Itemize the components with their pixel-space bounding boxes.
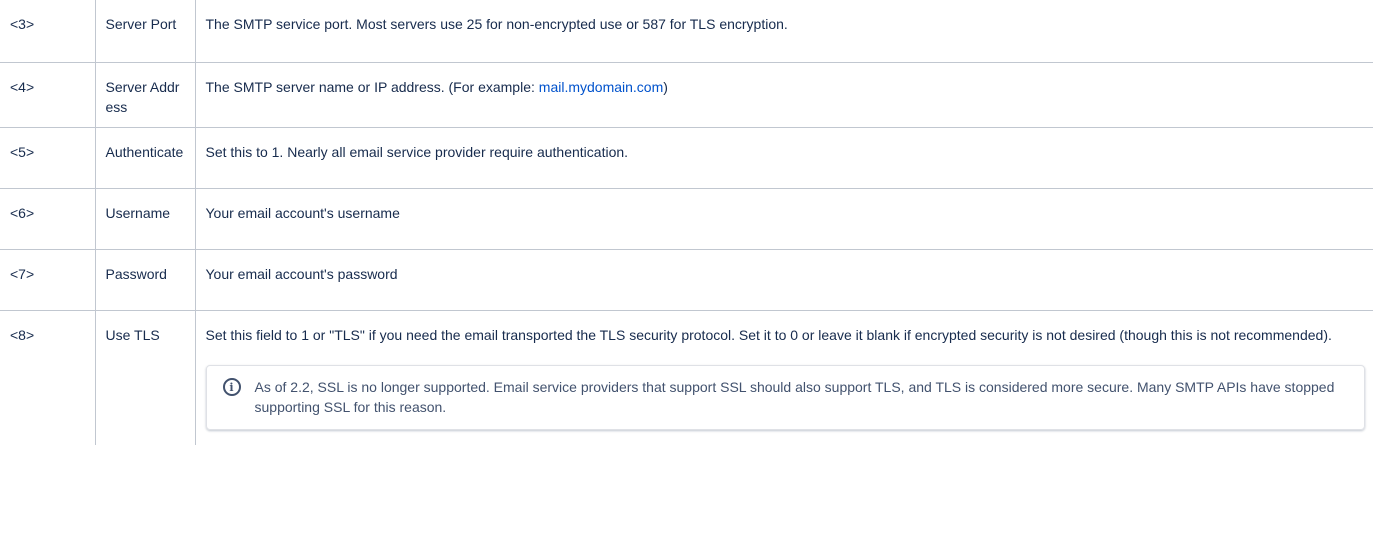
description-text: ): [663, 79, 668, 95]
param-index: <5>: [0, 127, 96, 189]
param-name: Server Port: [94, 0, 196, 63]
description-text: Set this field to 1 or "TLS" if you need…: [205, 327, 1332, 343]
table-row: <3> Server Port The SMTP service port. M…: [0, 0, 1373, 63]
table-row: <7> Password Your email account's passwo…: [0, 249, 1373, 311]
param-index: <7>: [0, 249, 96, 311]
param-description: Your email account's username: [194, 188, 1373, 250]
param-description: Set this to 1. Nearly all email service …: [194, 127, 1373, 189]
param-index: <4>: [0, 62, 96, 128]
param-index: <8>: [0, 310, 96, 445]
param-name: Use TLS: [94, 310, 196, 445]
info-icon: i: [222, 378, 241, 396]
info-panel: i As of 2.2, SSL is no longer supported.…: [205, 365, 1365, 430]
param-name: Authenticate: [94, 127, 196, 189]
param-name: Username: [94, 188, 196, 250]
description-text: The SMTP server name or IP address. (For…: [205, 79, 539, 95]
param-name: Password: [94, 249, 196, 311]
param-description: Set this field to 1 or "TLS" if you need…: [194, 310, 1373, 445]
parameters-table: <3> Server Port The SMTP service port. M…: [0, 0, 1373, 445]
param-description: The SMTP service port. Most servers use …: [194, 0, 1373, 63]
param-description: Your email account's password: [194, 249, 1373, 311]
param-description: The SMTP server name or IP address. (For…: [194, 62, 1373, 128]
table-row: <5> Authenticate Set this to 1. Nearly a…: [0, 127, 1373, 189]
param-index: <6>: [0, 188, 96, 250]
param-index: <3>: [0, 0, 96, 63]
example-domain-link[interactable]: mail.mydomain.com: [539, 79, 663, 95]
table-row: <6> Username Your email account's userna…: [0, 188, 1373, 250]
table-row: <8> Use TLS Set this field to 1 or "TLS"…: [0, 310, 1373, 445]
info-panel-text: As of 2.2, SSL is no longer supported. E…: [254, 379, 1335, 415]
param-name: Server Address: [94, 62, 196, 128]
table-row: <4> Server Address The SMTP server name …: [0, 62, 1373, 128]
